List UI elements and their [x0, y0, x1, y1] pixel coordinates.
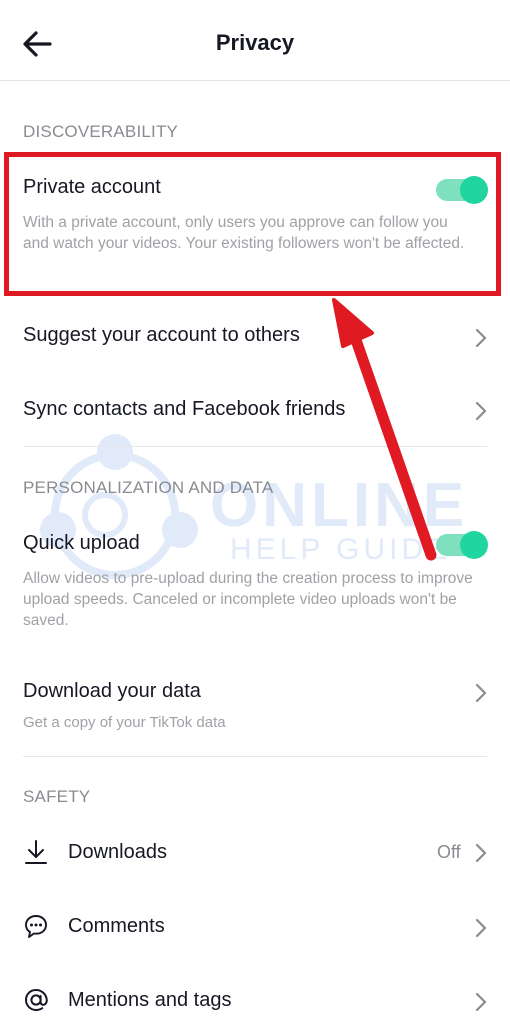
quick-upload-description: Allow videos to pre-upload during the cr… — [23, 570, 473, 629]
section-heading-personalization: PERSONALIZATION AND DATA — [23, 478, 274, 497]
chevron-right-icon[interactable] — [474, 327, 488, 349]
comment-icon — [25, 915, 47, 938]
sync-contacts-label: Sync contacts and Facebook friends — [23, 398, 346, 420]
watermark-globe-icon — [40, 434, 198, 579]
mentions-label: Mentions and tags — [68, 989, 232, 1011]
chevron-right-icon[interactable] — [474, 842, 488, 864]
download-data-description: Get a copy of your TikTok data — [23, 714, 226, 731]
watermark-subtext: HELP GUIDE — [230, 533, 452, 566]
section-divider — [23, 756, 487, 757]
download-data-label: Download your data — [23, 680, 201, 702]
watermark-logo: ONLINE HELP GUIDE — [30, 430, 490, 590]
comments-label: Comments — [68, 915, 165, 937]
chevron-right-icon[interactable] — [474, 400, 488, 422]
section-divider — [23, 446, 487, 447]
highlight-box — [4, 152, 501, 296]
chevron-right-icon[interactable] — [474, 991, 488, 1013]
downloads-label: Downloads — [68, 841, 167, 863]
section-heading-discoverability: DISCOVERABILITY — [23, 122, 179, 141]
quick-upload-label: Quick upload — [23, 532, 140, 554]
quick-upload-toggle[interactable] — [436, 531, 488, 559]
download-icon — [25, 840, 47, 864]
toggle-knob — [460, 531, 488, 559]
section-heading-safety: SAFETY — [23, 787, 91, 806]
chevron-right-icon[interactable] — [474, 682, 488, 704]
suggest-account-label: Suggest your account to others — [23, 324, 300, 346]
chevron-right-icon[interactable] — [474, 917, 488, 939]
downloads-value: Off — [437, 842, 461, 862]
header-bar: Privacy — [0, 0, 510, 81]
page-title: Privacy — [215, 30, 295, 55]
at-sign-icon — [24, 988, 48, 1012]
